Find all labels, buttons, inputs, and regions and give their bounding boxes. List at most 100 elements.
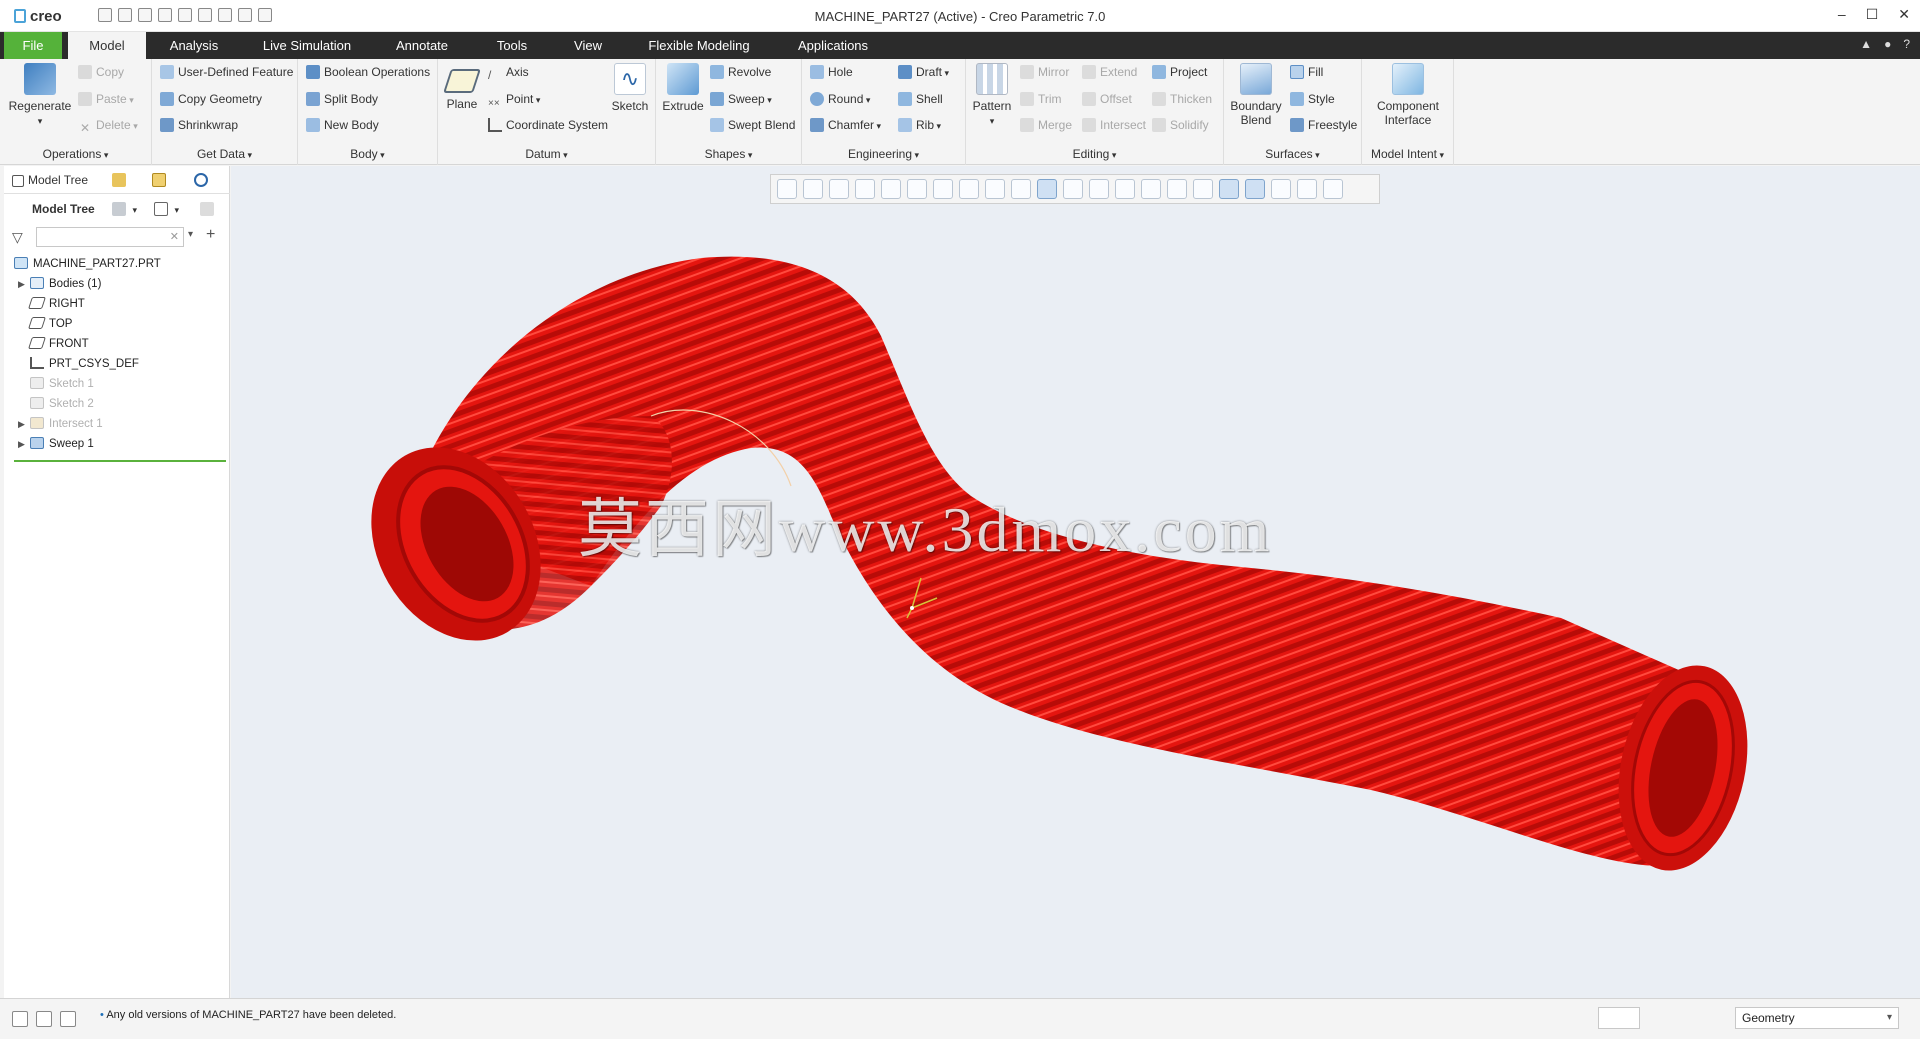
sweep-button[interactable]: Sweep	[710, 90, 772, 108]
tree-settings-button[interactable]	[112, 200, 137, 218]
mirror-button[interactable]: Mirror	[1020, 63, 1069, 81]
history-tab[interactable]	[194, 171, 212, 189]
tree-search-input[interactable]: ✕	[36, 227, 184, 247]
orient-mode-icon[interactable]	[1219, 179, 1239, 199]
repaint-icon[interactable]	[855, 179, 875, 199]
fill-button[interactable]: Fill	[1290, 63, 1323, 81]
tab-annotate[interactable]: Annotate	[384, 32, 460, 59]
folder-browser-tab[interactable]	[112, 171, 130, 189]
tree-item-top[interactable]: TOP	[28, 314, 72, 334]
csys-display-icon[interactable]	[1115, 179, 1135, 199]
paste-button[interactable]: Paste	[78, 90, 134, 108]
favorites-tab[interactable]	[152, 171, 170, 189]
tab-live-simulation[interactable]: Live Simulation	[254, 32, 360, 59]
plane-button[interactable]: Plane	[442, 63, 482, 111]
split-body-button[interactable]: Split Body	[306, 90, 378, 108]
clear-search-icon[interactable]: ✕	[170, 230, 179, 243]
offset-button[interactable]: Offset	[1082, 90, 1132, 108]
filter-icon[interactable]: ▽	[12, 229, 23, 246]
udf-button[interactable]: User-Defined Feature	[160, 63, 293, 81]
datum-group-label[interactable]: Datum	[438, 147, 655, 161]
perspective-icon[interactable]	[881, 179, 901, 199]
axis-display-icon[interactable]	[1063, 179, 1083, 199]
tree-item-intersect-1[interactable]: ▶ Intersect 1	[18, 414, 103, 434]
copy-button[interactable]: Copy	[78, 63, 124, 81]
full-screen-icon[interactable]	[60, 1011, 76, 1027]
new-body-button[interactable]: New Body	[306, 116, 379, 134]
tag-display-icon[interactable]	[1167, 179, 1187, 199]
zoom-in-icon[interactable]	[803, 179, 823, 199]
model-intent-group-label[interactable]: Model Intent	[1362, 147, 1453, 161]
regenerate-button[interactable]: Regenerate	[6, 63, 74, 127]
hole-button[interactable]: Hole	[810, 63, 853, 81]
draft-button[interactable]: Draft	[898, 63, 949, 81]
merge-button[interactable]: Merge	[1020, 116, 1072, 134]
point-button[interactable]: ×× Point	[488, 90, 540, 109]
warning-icon[interactable]	[1271, 179, 1291, 199]
get-data-group-label[interactable]: Get Data	[152, 147, 297, 161]
view-manager-icon[interactable]	[959, 179, 979, 199]
shrinkwrap-button[interactable]: Shrinkwrap	[160, 116, 238, 134]
find-button[interactable]	[1598, 1007, 1640, 1029]
tab-flexible-modeling[interactable]: Flexible Modeling	[640, 32, 758, 59]
sketch-button[interactable]: ∿ Sketch	[608, 63, 652, 113]
solidify-button[interactable]: Solidify	[1152, 116, 1209, 134]
chamfer-button[interactable]: Chamfer	[810, 116, 881, 134]
expand-arrow-icon[interactable]: ▶	[18, 414, 30, 434]
tree-item-sweep-1[interactable]: ▶ Sweep 1	[18, 434, 94, 454]
round-button[interactable]: Round	[810, 90, 870, 108]
graphics-viewport[interactable]: 莫西网www.3dmox.com	[231, 166, 1920, 998]
tab-file[interactable]: File	[4, 32, 62, 59]
refit-icon[interactable]	[777, 179, 797, 199]
coordinate-system-button[interactable]: Coordinate System	[488, 116, 608, 134]
saved-orientations-icon[interactable]	[933, 179, 953, 199]
tree-item-sketch-2[interactable]: Sketch 2	[30, 394, 94, 414]
navigator-toggle-icon[interactable]	[12, 1011, 28, 1027]
shapes-group-label[interactable]: Shapes	[656, 147, 801, 161]
shell-button[interactable]: Shell	[898, 90, 943, 108]
help-icon[interactable]: ?	[1903, 37, 1910, 51]
copy-geometry-button[interactable]: Copy Geometry	[160, 90, 262, 108]
expand-arrow-icon[interactable]: ▶	[18, 434, 30, 454]
browser-toggle-icon[interactable]	[36, 1011, 52, 1027]
rib-button[interactable]: Rib	[898, 116, 941, 134]
swept-blend-button[interactable]: Swept Blend	[710, 116, 795, 134]
dimension-display-icon[interactable]	[1193, 179, 1213, 199]
tab-applications[interactable]: Applications	[786, 32, 880, 59]
pan-icon[interactable]	[1245, 179, 1265, 199]
extrude-button[interactable]: Extrude	[660, 63, 706, 113]
tab-model[interactable]: Model	[68, 32, 146, 59]
tree-item-root[interactable]: MACHINE_PART27.PRT	[14, 254, 161, 274]
tab-view[interactable]: View	[560, 32, 616, 59]
zoom-out-icon[interactable]	[829, 179, 849, 199]
tree-item-csys[interactable]: PRT_CSYS_DEF	[30, 354, 139, 374]
tab-tools[interactable]: Tools	[484, 32, 540, 59]
plane-display-icon[interactable]	[1037, 179, 1057, 199]
component-interface-button[interactable]: Component Interface	[1368, 63, 1448, 127]
boundary-blend-button[interactable]: Boundary Blend	[1228, 63, 1284, 127]
annotation-display-icon[interactable]	[985, 179, 1005, 199]
insert-indicator[interactable]	[14, 460, 226, 462]
pause-icon[interactable]	[1297, 179, 1317, 199]
revolve-button[interactable]: Revolve	[710, 63, 771, 81]
extend-button[interactable]: Extend	[1082, 63, 1137, 81]
surfaces-group-label[interactable]: Surfaces	[1224, 147, 1361, 161]
expand-arrow-icon[interactable]: ▶	[18, 274, 30, 294]
boolean-operations-button[interactable]: Boolean Operations	[306, 63, 430, 81]
freestyle-button[interactable]: Freestyle	[1290, 116, 1357, 134]
style-button[interactable]: Style	[1290, 90, 1335, 108]
show-button[interactable]	[154, 200, 179, 218]
body-group-label[interactable]: Body	[298, 147, 437, 161]
tree-item-sketch-1[interactable]: Sketch 1	[30, 374, 94, 394]
point-display-icon[interactable]	[1089, 179, 1109, 199]
tree-columns-button[interactable]	[200, 200, 218, 218]
tree-item-right[interactable]: RIGHT	[28, 294, 85, 314]
tree-item-bodies[interactable]: ▶ Bodies (1)	[18, 274, 101, 294]
close-button[interactable]: ✕	[1898, 6, 1910, 23]
tree-item-front[interactable]: FRONT	[28, 334, 89, 354]
intersect-button[interactable]: Intersect	[1082, 116, 1146, 134]
project-button[interactable]: Project	[1152, 63, 1207, 81]
model-tree-tab[interactable]: Model Tree	[12, 171, 88, 189]
model-hose-render[interactable]	[231, 166, 1920, 998]
display-style-icon[interactable]	[907, 179, 927, 199]
